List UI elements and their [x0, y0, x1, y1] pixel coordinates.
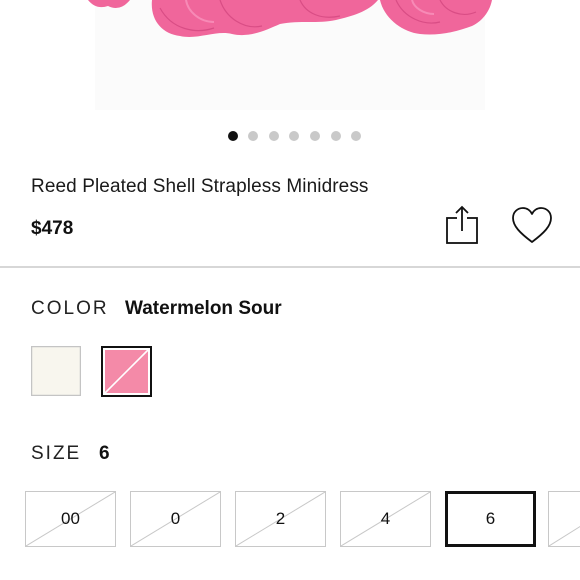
share-button[interactable]	[440, 204, 484, 248]
product-price: $478	[31, 218, 74, 239]
size-label: SIZE	[31, 443, 82, 464]
heart-icon	[512, 207, 552, 243]
color-swatch-cream[interactable]	[31, 346, 81, 396]
wishlist-button[interactable]	[510, 206, 554, 246]
product-image[interactable]	[0, 0, 580, 110]
carousel-dot-7[interactable]	[351, 131, 361, 141]
color-swatch-cream-fill	[31, 346, 81, 396]
size-option-00[interactable]: 00	[25, 491, 116, 547]
size-option-label: 4	[380, 509, 391, 528]
section-divider	[0, 266, 580, 268]
carousel-dot-5[interactable]	[310, 131, 320, 141]
dress-ruffle-hem	[88, 0, 492, 37]
unavailable-slash	[549, 525, 580, 546]
size-option-4[interactable]: 4	[340, 491, 431, 547]
color-label: COLOR	[31, 298, 109, 319]
carousel-dot-1[interactable]	[228, 131, 238, 141]
product-title: Reed Pleated Shell Strapless Minidress	[31, 176, 369, 197]
carousel-dot-3[interactable]	[269, 131, 279, 141]
carousel-dot-6[interactable]	[331, 131, 341, 141]
color-swatch-watermelon-sour[interactable]	[101, 346, 152, 397]
size-option-label: 0	[170, 509, 181, 528]
size-option-label: 6	[485, 509, 496, 528]
carousel-dot-2[interactable]	[248, 131, 258, 141]
carousel-dot-4[interactable]	[289, 131, 299, 141]
size-option-6[interactable]: 6	[445, 491, 536, 547]
size-option-label: 00	[61, 509, 80, 528]
image-carousel-dots	[0, 131, 580, 143]
color-swatch-watermelon-sour-fill	[101, 346, 152, 397]
size-option-next-partial[interactable]	[548, 491, 580, 547]
size-option-2[interactable]: 2	[235, 491, 326, 547]
selected-color-name: Watermelon Sour	[125, 298, 282, 319]
size-option-0[interactable]: 0	[130, 491, 221, 547]
size-option-label: 2	[275, 509, 286, 528]
selected-size: 6	[99, 443, 110, 464]
share-icon	[446, 205, 478, 244]
